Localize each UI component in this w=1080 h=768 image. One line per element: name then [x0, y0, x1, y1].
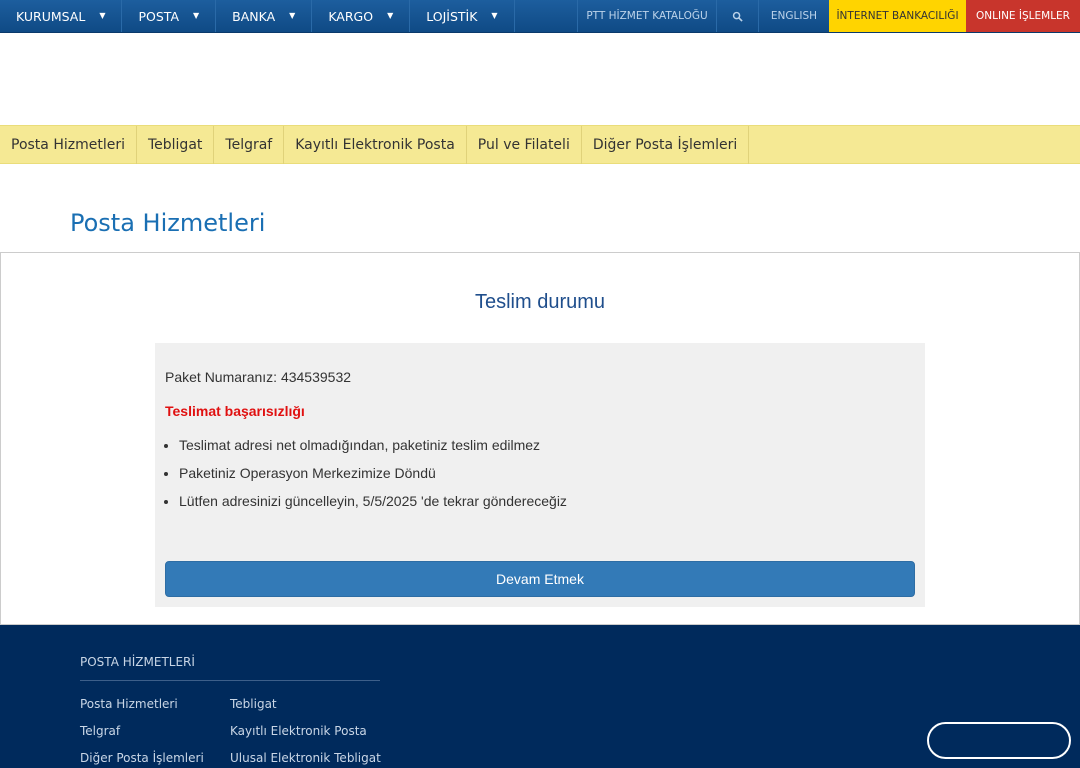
online-services-button[interactable]: ONLINE İŞLEMLER [966, 0, 1080, 32]
continue-button[interactable]: Devam Etmek [165, 561, 915, 597]
caret-down-icon: ▼ [193, 11, 200, 20]
subnav-item-pul-filateli[interactable]: Pul ve Filateli [467, 126, 582, 164]
search-icon [732, 11, 743, 22]
top-navigation-bar: KURUMSAL ▼ POSTA ▼ BANKA ▼ KARGO ▼ LOJİS… [0, 0, 1080, 33]
list-item: Teslimat adresi net olmadığından, paketi… [179, 437, 567, 465]
language-english-link[interactable]: ENGLISH [758, 0, 829, 32]
nav-item-kargo[interactable]: KARGO ▼ [312, 0, 411, 32]
nav-item-posta[interactable]: POSTA ▼ [122, 0, 217, 32]
list-item: Paketiniz Operasyon Merkezimize Döndü [179, 465, 567, 493]
nav-item-banka[interactable]: BANKA ▼ [216, 0, 313, 32]
subnav-item-diger-posta[interactable]: Diğer Posta İşlemleri [582, 126, 750, 164]
subnav-item-kep[interactable]: Kayıtlı Elektronik Posta [284, 126, 467, 164]
chat-widget-button[interactable] [927, 722, 1071, 759]
status-details-list: Teslimat adresi net olmadığından, paketi… [179, 437, 567, 521]
nav-item-lojistik[interactable]: LOJİSTİK ▼ [410, 0, 515, 32]
footer-link-kep[interactable]: Kayıtlı Elektronik Posta [230, 724, 367, 738]
footer-link-tebligat[interactable]: Tebligat [230, 697, 277, 711]
caret-down-icon: ▼ [387, 11, 394, 20]
footer-link-telgraf[interactable]: Telgraf [80, 724, 120, 738]
nav-item-kurumsal[interactable]: KURUMSAL ▼ [0, 0, 123, 32]
status-title: Teslim durumu [474, 291, 606, 313]
delivery-status-panel: Teslim durumu Paket Numaranız: 434539532… [0, 252, 1080, 625]
caret-down-icon: ▼ [289, 11, 296, 20]
subnav-item-posta-hizmetleri[interactable]: Posta Hizmetleri [0, 126, 137, 164]
main-menu: KURUMSAL ▼ POSTA ▼ BANKA ▼ KARGO ▼ LOJİS… [0, 0, 515, 32]
footer-link-ulusal-tebligat[interactable]: Ulusal Elektronik Tebligat [230, 751, 381, 765]
internet-banking-button[interactable]: İNTERNET BANKACILIĞI [829, 0, 966, 32]
search-button[interactable] [716, 0, 758, 32]
footer-heading: POSTA HİZMETLERİ [80, 655, 195, 669]
delivery-failure-heading: Teslimat başarısızlığı [165, 403, 305, 419]
subnav-item-telgraf[interactable]: Telgraf [214, 126, 285, 164]
delivery-info-box: Paket Numaranız: 434539532 Teslimat başa… [155, 343, 925, 607]
list-item: Lütfen adresinizi güncelleyin, 5/5/2025 … [179, 493, 567, 521]
footer-link-diger-posta[interactable]: Diğer Posta İşlemleri [80, 751, 204, 765]
subnav-item-tebligat[interactable]: Tebligat [137, 126, 215, 164]
footer-link-posta-hizmetleri[interactable]: Posta Hizmetleri [80, 697, 178, 711]
page-title: Posta Hizmetleri [70, 209, 266, 237]
footer-divider [80, 680, 380, 681]
nav-item-label: KURUMSAL [16, 8, 86, 24]
nav-item-label: POSTA [138, 8, 179, 24]
package-number: Paket Numaranız: 434539532 [165, 369, 352, 385]
footer: POSTA HİZMETLERİ Posta Hizmetleri Teblig… [0, 625, 1080, 768]
utility-menu: PTT HİZMET KATALOĞU ENGLISH İNTERNET BAN… [577, 0, 1080, 32]
nav-item-label: BANKA [232, 8, 276, 24]
caret-down-icon: ▼ [491, 11, 498, 20]
sub-navigation-bar: Posta Hizmetleri Tebligat Telgraf Kayıtl… [0, 125, 1080, 164]
nav-item-label: KARGO [328, 8, 374, 24]
nav-item-label: LOJİSTİK [426, 8, 478, 24]
caret-down-icon: ▼ [99, 11, 106, 20]
service-catalog-link[interactable]: PTT HİZMET KATALOĞU [577, 0, 716, 32]
